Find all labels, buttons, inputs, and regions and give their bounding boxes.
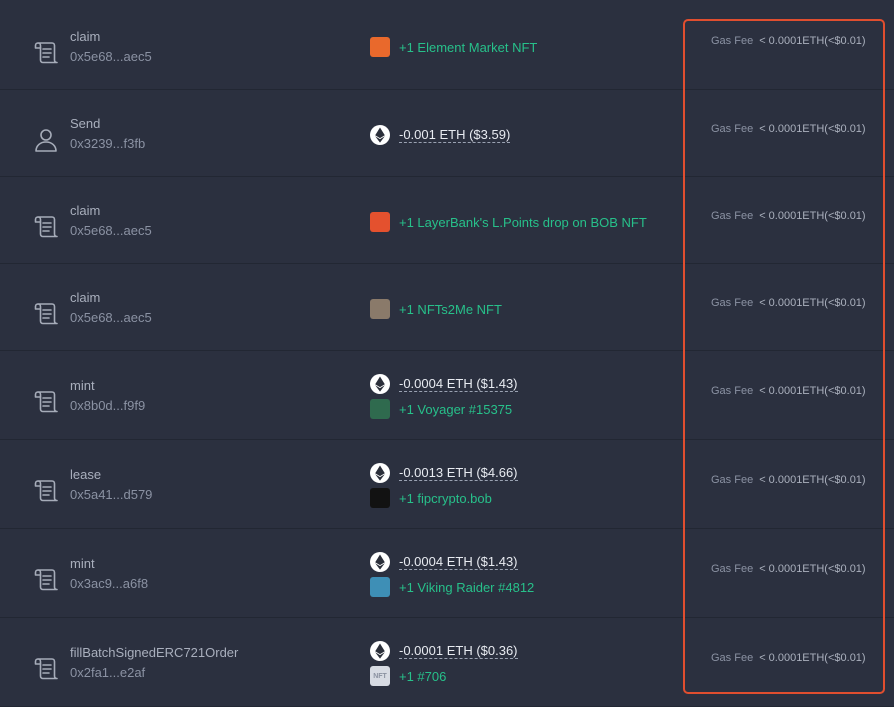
ethereum-icon xyxy=(370,125,390,145)
method-name: fillBatchSignedERC721Order xyxy=(70,645,239,660)
transaction-row[interactable]: Send 0x3239...f3fb -0.001 ETH ($3.59) Gas F… xyxy=(0,90,894,177)
viking-raider-nft-icon xyxy=(370,577,390,597)
contract-address[interactable]: 0x3ac9...a6f8 xyxy=(70,576,148,591)
voyager-nft-icon xyxy=(370,399,390,419)
gas-fee-value: < 0.0001ETH(<$0.01) xyxy=(759,210,866,222)
generic-nft-icon: NFT xyxy=(370,666,390,686)
method-name: mint xyxy=(70,378,95,393)
balance-change-text: -0.0013 ETH ($4.66) xyxy=(399,465,518,481)
contract-address[interactable]: 0x5e68...aec5 xyxy=(70,310,152,325)
gas-fee-label: Gas Fee xyxy=(711,385,754,397)
gas-fee-value: < 0.0001ETH(<$0.01) xyxy=(759,385,866,397)
gas-fee-label: Gas Fee xyxy=(711,563,754,575)
transaction-row[interactable]: lease 0x5a41...d579 -0.0013 ETH ($4.66) +1 … xyxy=(0,440,894,529)
layerbank-nft-icon xyxy=(370,212,390,232)
contract-address[interactable]: 0x8b0d...f9f9 xyxy=(70,398,145,413)
scroll-icon xyxy=(32,213,60,241)
contract-address[interactable]: 0x3239...f3fb xyxy=(70,136,145,151)
gas-fee-value: < 0.0001ETH(<$0.01) xyxy=(759,474,866,486)
gas-fee-value: < 0.0001ETH(<$0.01) xyxy=(759,652,866,664)
nft-badge-label: NFT xyxy=(373,672,387,680)
gas-fee: Gas Fee < 0.0001ETH(<$0.01) xyxy=(711,563,866,575)
contract-address[interactable]: 0x5e68...aec5 xyxy=(70,223,152,238)
gas-fee-label: Gas Fee xyxy=(711,297,754,309)
gas-fee: Gas Fee < 0.0001ETH(<$0.01) xyxy=(711,474,866,486)
gas-fee-value: < 0.0001ETH(<$0.01) xyxy=(759,123,866,135)
eth-balance-change[interactable]: -0.0001 ETH ($0.36) xyxy=(370,640,518,662)
balance-change-text: +1 LayerBank's L.Points drop on BOB NFT xyxy=(399,214,647,230)
balance-change-text: +1 Element Market NFT xyxy=(399,39,538,55)
scroll-icon xyxy=(32,39,60,67)
scroll-icon xyxy=(32,566,60,594)
contract-address[interactable]: 0x5a41...d579 xyxy=(70,487,152,502)
fipcrypto-nft-icon xyxy=(370,488,390,508)
balance-change-text: +1 Voyager #15375 xyxy=(399,401,513,417)
scroll-icon xyxy=(32,388,60,416)
nft-balance-change: +1 Voyager #15375 xyxy=(370,398,512,420)
gas-fee: Gas Fee < 0.0001ETH(<$0.01) xyxy=(711,35,866,47)
nft-balance-change: +1 LayerBank's L.Points drop on BOB NFT xyxy=(370,211,647,233)
transaction-row[interactable]: fillBatchSignedERC721Order 0x2fa1...e2af -… xyxy=(0,618,894,707)
balance-change-text: +1 fipcrypto.bob xyxy=(399,490,492,506)
method-name: claim xyxy=(70,29,101,44)
gas-fee-label: Gas Fee xyxy=(711,210,754,222)
transaction-row[interactable]: claim 0x5e68...aec5 +1 LayerBank's L.Point… xyxy=(0,177,894,264)
nft-balance-change: +1 Viking Raider #4812 xyxy=(370,576,534,598)
gas-fee: Gas Fee < 0.0001ETH(<$0.01) xyxy=(711,385,866,397)
balance-change-text: -0.0004 ETH ($1.43) xyxy=(399,554,518,570)
eth-balance-change[interactable]: -0.0004 ETH ($1.43) xyxy=(370,373,518,395)
gas-fee-value: < 0.0001ETH(<$0.01) xyxy=(759,563,866,575)
ethereum-icon xyxy=(370,374,390,394)
method-name: mint xyxy=(70,556,95,571)
ethereum-icon xyxy=(370,463,390,483)
ethereum-icon xyxy=(370,552,390,572)
gas-fee-value: < 0.0001ETH(<$0.01) xyxy=(759,35,866,47)
scroll-icon xyxy=(32,655,60,683)
user-icon xyxy=(32,126,60,154)
nft-balance-change: +1 NFTs2Me NFT xyxy=(370,298,502,320)
ethereum-icon xyxy=(370,641,390,661)
gas-fee-label: Gas Fee xyxy=(711,652,754,664)
gas-fee: Gas Fee < 0.0001ETH(<$0.01) xyxy=(711,652,866,664)
nft-balance-change: NFT +1 #706 xyxy=(370,665,446,687)
gas-fee-label: Gas Fee xyxy=(711,123,754,135)
balance-change-text: -0.0001 ETH ($0.36) xyxy=(399,643,518,659)
balance-change-text: -0.0004 ETH ($1.43) xyxy=(399,376,518,392)
balance-change-text: +1 #706 xyxy=(399,668,447,684)
scroll-icon xyxy=(32,300,60,328)
element-market-nft-icon xyxy=(370,37,390,57)
nfts2me-nft-icon xyxy=(370,299,390,319)
balance-change-text: +1 NFTs2Me NFT xyxy=(399,301,502,317)
scroll-icon xyxy=(32,477,60,505)
gas-fee-value: < 0.0001ETH(<$0.01) xyxy=(759,297,866,309)
contract-address[interactable]: 0x2fa1...e2af xyxy=(70,665,145,680)
gas-fee-label: Gas Fee xyxy=(711,35,754,47)
eth-balance-change[interactable]: -0.001 ETH ($3.59) xyxy=(370,124,511,146)
balance-change-text: +1 Viking Raider #4812 xyxy=(399,579,535,595)
method-name: lease xyxy=(70,467,102,482)
transaction-row[interactable]: claim 0x5e68...aec5 +1 Element Market NFT G… xyxy=(0,0,894,90)
gas-fee: Gas Fee < 0.0001ETH(<$0.01) xyxy=(711,210,866,222)
eth-balance-change[interactable]: -0.0013 ETH ($4.66) xyxy=(370,462,518,484)
gas-fee: Gas Fee < 0.0001ETH(<$0.01) xyxy=(711,123,866,135)
gas-fee: Gas Fee < 0.0001ETH(<$0.01) xyxy=(711,297,866,309)
transaction-row[interactable]: mint 0x8b0d...f9f9 -0.0004 ETH ($1.43) +1 V… xyxy=(0,351,894,440)
eth-balance-change[interactable]: -0.0004 ETH ($1.43) xyxy=(370,551,518,573)
transaction-row[interactable]: claim 0x5e68...aec5 +1 NFTs2Me NFT Gas Fee <… xyxy=(0,264,894,351)
method-name: Send xyxy=(70,116,101,131)
nft-balance-change: +1 fipcrypto.bob xyxy=(370,487,492,509)
transaction-row[interactable]: mint 0x3ac9...a6f8 -0.0004 ETH ($1.43) +1 V… xyxy=(0,529,894,618)
method-name: claim xyxy=(70,203,101,218)
nft-balance-change: +1 Element Market NFT xyxy=(370,36,537,58)
contract-address[interactable]: 0x5e68...aec5 xyxy=(70,49,152,64)
gas-fee-label: Gas Fee xyxy=(711,474,754,486)
balance-change-text: -0.001 ETH ($3.59) xyxy=(399,127,511,143)
method-name: claim xyxy=(70,290,101,305)
